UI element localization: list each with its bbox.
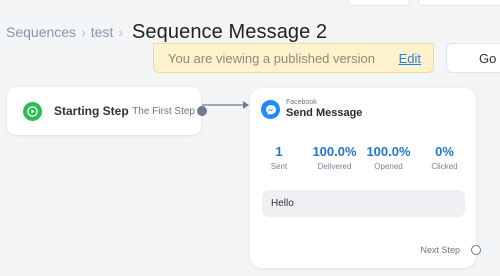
go-button[interactable]: Go [446,43,500,73]
stat-clicked: 0% Clicked [416,144,473,171]
first-step-label: The First Step [132,105,195,117]
breadcrumb-separator: › [81,24,86,40]
top-toolbar-stub-left [348,0,410,6]
channel-label: Facebook [286,99,317,106]
starting-step-title: Starting Step [54,104,129,118]
stat-value: 0% [435,144,454,159]
message-preview[interactable]: Hello [262,190,465,217]
next-step-port[interactable] [471,245,481,255]
send-message-card[interactable]: Facebook Send Message 1 Sent 100.0% Deli… [250,88,481,268]
top-toolbar-stub-right [418,0,500,6]
page-title: Sequence Message 2 [131,20,328,43]
flow-canvas[interactable]: Starting Step The First Step Facebook Se… [0,76,500,276]
stat-value: 100.0% [312,144,357,159]
stat-label: Clicked [431,162,458,171]
edit-link[interactable]: Edit [399,51,421,66]
next-step-label: Next Step [420,245,460,255]
message-header: Facebook Send Message [261,98,362,120]
breadcrumb-sequences-link[interactable]: Sequences [6,24,76,40]
banner-text: You are viewing a published version [168,50,375,66]
send-message-title: Send Message [286,107,363,119]
breadcrumb: Sequences › test › Sequence Message 2 [6,18,327,46]
starting-step-card[interactable]: Starting Step The First Step [7,87,207,135]
stat-sent: 1 Sent [250,144,308,171]
connector-arrow [202,101,249,109]
stat-label: Opened [374,162,403,171]
stat-value: 100.0% [366,144,411,159]
published-version-banner: You are viewing a published version Edit [153,43,434,73]
messenger-icon [261,100,280,119]
go-button-label: Go [479,50,497,66]
message-stats: 1 Sent 100.0% Delivered 100.0% Opened 0%… [250,144,476,171]
stat-value: 1 [275,144,283,159]
stat-label: Delivered [317,162,352,171]
stat-delivered: 100.0% Delivered [308,144,361,171]
stat-label: Sent [270,162,288,171]
stat-opened: 100.0% Opened [361,144,416,171]
breadcrumb-test-link[interactable]: test [91,24,114,40]
breadcrumb-separator: › [118,24,123,40]
play-icon [23,101,42,121]
